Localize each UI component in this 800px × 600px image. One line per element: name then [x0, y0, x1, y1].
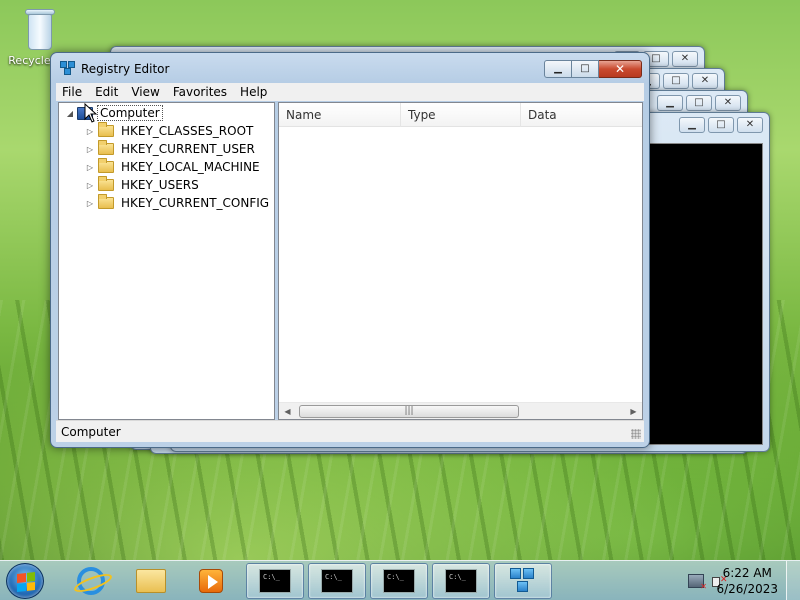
menu-favorites[interactable]: Favorites [167, 85, 234, 99]
console-3-minimize-button[interactable]: ▁ [657, 95, 683, 111]
tree-label: HKEY_CLASSES_ROOT [121, 124, 254, 138]
list-header: Name Type Data [279, 103, 642, 127]
windows-logo-icon [17, 572, 35, 592]
clock-date: 6/26/2023 [716, 582, 778, 596]
minimize-button[interactable]: ▁ [544, 60, 572, 78]
taskbar-cmd-1[interactable]: C:\_ [246, 563, 304, 599]
console-3-close-button[interactable]: ✕ [715, 95, 741, 111]
menu-file[interactable]: File [56, 85, 89, 99]
menu-edit[interactable]: Edit [89, 85, 125, 99]
title-bar[interactable]: Registry Editor ▁ □ ✕ [51, 53, 649, 83]
command-prompt-icon: C:\_ [383, 569, 415, 593]
clock[interactable]: 6:22 AM 6/26/2023 [716, 565, 778, 597]
tree-item-hkey-current-user[interactable]: ▷ HKEY_CURRENT_USER [85, 140, 257, 158]
taskbar-registry-editor[interactable] [494, 563, 552, 599]
menu-help[interactable]: Help [234, 85, 274, 99]
console-4-close-button[interactable]: ✕ [737, 117, 763, 133]
registry-editor-icon [60, 61, 77, 77]
scroll-right-arrow-icon[interactable]: ▶ [625, 403, 642, 420]
horizontal-scrollbar[interactable]: ◀ ||| ▶ [279, 402, 642, 419]
scroll-left-arrow-icon[interactable]: ◀ [279, 403, 296, 420]
network-disconnected-icon[interactable] [688, 574, 707, 591]
console-1-close-button[interactable]: ✕ [672, 51, 698, 67]
expand-arrow-icon[interactable]: ▷ [85, 199, 95, 208]
console-4-maximize-button[interactable]: □ [708, 117, 734, 133]
taskbar-internet-explorer[interactable] [62, 563, 120, 599]
media-player-icon [199, 569, 223, 593]
tree-item-hkey-local-machine[interactable]: ▷ HKEY_LOCAL_MACHINE [85, 158, 262, 176]
maximize-button[interactable]: □ [572, 60, 599, 78]
key-tree-pane[interactable]: ◢ Computer ▷ HKEY_CLASSES_ROOT ▷ HKEY_CU… [58, 102, 275, 420]
registry-editor-icon [508, 566, 538, 596]
console-2-maximize-button[interactable]: □ [663, 73, 689, 89]
console-4-minimize-button[interactable]: ▁ [679, 117, 705, 133]
console-2-close-button[interactable]: ✕ [692, 73, 718, 89]
start-button[interactable] [6, 563, 44, 599]
close-button[interactable]: ✕ [599, 60, 642, 78]
tree-item-hkey-users[interactable]: ▷ HKEY_USERS [85, 176, 201, 194]
taskbar-cmd-4[interactable]: C:\_ [432, 563, 490, 599]
tree-label: HKEY_CURRENT_USER [121, 142, 255, 156]
taskbar-windows-explorer[interactable] [122, 563, 180, 599]
folder-explorer-icon [136, 569, 166, 593]
show-desktop-button[interactable] [786, 561, 800, 600]
taskbar-cmd-2[interactable]: C:\_ [308, 563, 366, 599]
tree-item-hkey-current-config[interactable]: ▷ HKEY_CURRENT_CONFIG [85, 194, 271, 212]
clock-time: 6:22 AM [722, 566, 772, 580]
folder-icon [98, 194, 114, 209]
column-header-data[interactable]: Data [521, 103, 642, 127]
value-list-pane[interactable]: Name Type Data ◀ ||| ▶ [278, 102, 643, 420]
expand-arrow-icon[interactable]: ▷ [85, 181, 95, 190]
folder-icon [98, 176, 114, 191]
column-header-type[interactable]: Type [401, 103, 521, 127]
registry-editor-window[interactable]: Registry Editor ▁ □ ✕ File Edit View Fav… [50, 52, 650, 448]
window-title: Registry Editor [81, 62, 170, 76]
tree-label: HKEY_USERS [121, 178, 199, 192]
tree-item-computer[interactable]: ◢ Computer [65, 104, 163, 122]
taskbar: C:\_ C:\_ C:\_ C:\_ 6:22 AM 6/26/2023 [0, 560, 800, 600]
menu-view[interactable]: View [125, 85, 166, 99]
folder-icon [98, 158, 114, 173]
tree-label: HKEY_CURRENT_CONFIG [121, 196, 270, 210]
command-prompt-icon: C:\_ [445, 569, 477, 593]
scrollbar-thumb[interactable]: ||| [299, 405, 519, 418]
collapse-arrow-icon[interactable]: ◢ [65, 109, 75, 118]
taskbar-media-player[interactable] [182, 563, 240, 599]
command-prompt-icon: C:\_ [321, 569, 353, 593]
internet-explorer-icon [77, 567, 105, 595]
folder-icon [98, 122, 114, 137]
tree-label: HKEY_LOCAL_MACHINE [121, 160, 260, 174]
command-prompt-icon: C:\_ [259, 569, 291, 593]
folder-icon [98, 140, 114, 155]
status-text: Computer [61, 425, 121, 439]
tree-label-computer: Computer [97, 105, 163, 121]
recycle-bin-icon [23, 6, 57, 52]
menu-bar: File Edit View Favorites Help [56, 83, 644, 101]
tree-item-hkey-classes-root[interactable]: ▷ HKEY_CLASSES_ROOT [85, 122, 255, 140]
column-header-name[interactable]: Name [279, 103, 401, 127]
status-bar: Computer [56, 420, 644, 442]
system-tray: 6:22 AM 6/26/2023 [660, 561, 800, 600]
resize-grip-icon[interactable] [631, 429, 641, 439]
expand-arrow-icon[interactable]: ▷ [85, 127, 95, 136]
console-3-maximize-button[interactable]: □ [686, 95, 712, 111]
taskbar-cmd-3[interactable]: C:\_ [370, 563, 428, 599]
expand-arrow-icon[interactable]: ▷ [85, 163, 95, 172]
expand-arrow-icon[interactable]: ▷ [85, 145, 95, 154]
